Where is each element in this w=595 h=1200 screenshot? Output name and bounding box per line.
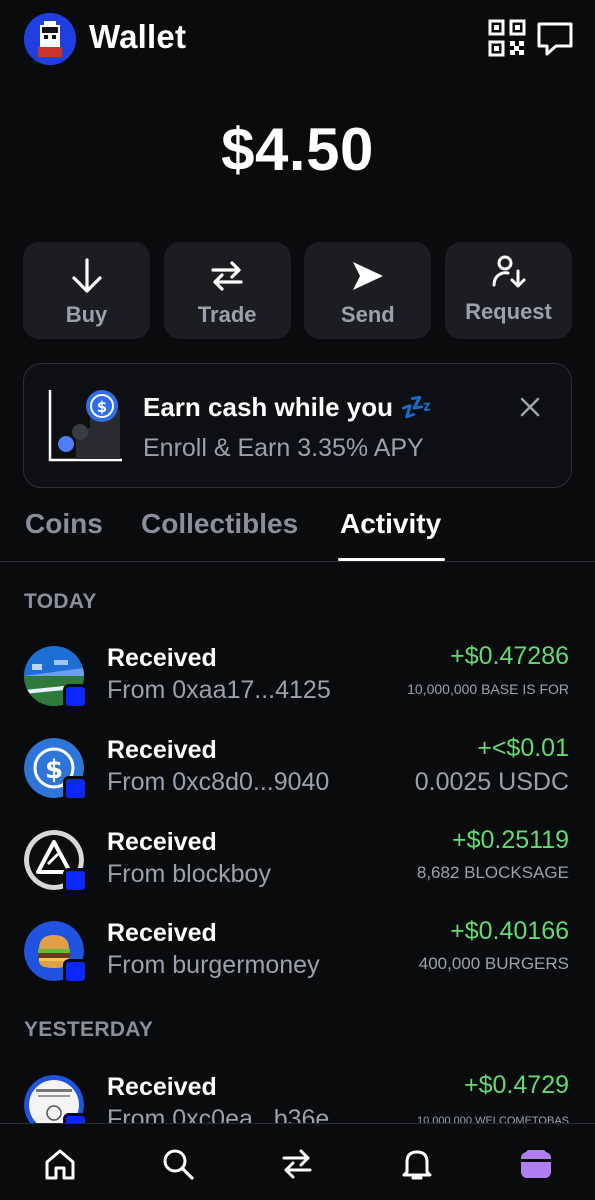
promo-subtitle: Enroll & Earn 3.35% APY — [143, 434, 424, 462]
search-icon[interactable] — [158, 1144, 198, 1184]
wallet-balance: $4.50 — [221, 116, 374, 183]
earn-chart-icon: $ — [48, 388, 124, 464]
transaction-title: Received — [107, 828, 217, 856]
request-person-icon — [445, 252, 572, 292]
network-badge — [63, 684, 88, 709]
transaction-amount: +$0.25119 — [451, 826, 569, 854]
svg-text:$: $ — [45, 755, 63, 785]
transaction-amount: +$0.47286 — [450, 642, 569, 670]
transaction-sender: From burgermoney — [107, 951, 320, 979]
profile-avatar[interactable] — [24, 13, 76, 65]
header: Wallet — [0, 0, 595, 80]
buy-button[interactable]: Buy — [23, 242, 150, 339]
list-item[interactable]: Received From 0xaa17...4125 +$0.47286 10… — [0, 642, 595, 726]
buy-label: Buy — [65, 302, 108, 327]
transaction-amount: +$0.40166 — [450, 917, 569, 945]
pixel-avatar-icon — [24, 13, 76, 65]
transaction-amount: +$0.4729 — [464, 1071, 569, 1099]
transaction-title: Received — [107, 736, 217, 764]
bell-icon[interactable] — [397, 1144, 437, 1184]
send-button[interactable]: Send — [304, 242, 432, 339]
home-icon[interactable] — [40, 1144, 80, 1184]
tab-coins[interactable]: Coins — [25, 508, 103, 540]
request-button[interactable]: Request — [444, 242, 572, 339]
swap-icon[interactable] — [277, 1144, 317, 1184]
tab-collectibles[interactable]: Collectibles — [141, 508, 298, 540]
transaction-quantity: 400,000 BURGERS — [418, 954, 569, 973]
network-badge — [63, 868, 88, 893]
section-label-today: TODAY — [24, 590, 97, 613]
trade-label: Trade — [197, 302, 257, 327]
wallet-icon[interactable] — [516, 1144, 556, 1184]
trade-button[interactable]: Trade — [163, 242, 291, 339]
list-item[interactable]: $ Received From 0xc8d0...9040 +<$0.01 0.… — [0, 734, 595, 818]
promo-title: Earn cash while you 💤 — [143, 392, 433, 422]
transaction-title: Received — [107, 1073, 217, 1101]
page-title: Wallet — [89, 18, 187, 55]
close-icon[interactable] — [517, 394, 543, 420]
tab-bar: Coins Collectibles Activity — [0, 500, 595, 562]
transaction-title: Received — [107, 644, 217, 672]
transaction-sender: From 0xc8d0...9040 — [107, 768, 330, 796]
qr-code-icon[interactable] — [487, 18, 527, 58]
active-tab-indicator — [338, 558, 445, 561]
transaction-quantity: 0.0025 USDC — [414, 768, 569, 796]
send-arrow-icon — [304, 256, 431, 296]
swap-arrows-icon — [164, 256, 291, 296]
transaction-quantity: 10,000,000 BASE IS FOR — [407, 681, 569, 697]
network-badge — [63, 776, 88, 801]
transaction-title: Received — [107, 919, 217, 947]
chat-bubble-icon[interactable] — [535, 18, 575, 58]
tab-activity[interactable]: Activity — [340, 508, 441, 540]
transaction-sender: From blockboy — [107, 860, 271, 888]
bottom-navigation — [0, 1123, 595, 1200]
list-item[interactable]: Received From burgermoney +$0.40166 400,… — [0, 917, 595, 1001]
list-item[interactable]: Received From blockboy +$0.25119 8,682 B… — [0, 826, 595, 910]
quick-actions: Buy Trade Send Request — [23, 242, 572, 339]
section-label-yesterday: YESTERDAY — [24, 1018, 154, 1041]
transaction-amount: +<$0.01 — [477, 734, 569, 762]
network-badge — [63, 959, 88, 984]
transaction-sender: From 0xaa17...4125 — [107, 676, 331, 704]
earn-promo-card[interactable]: $ Earn cash while you 💤 Enroll & Earn 3.… — [23, 363, 572, 488]
arrow-down-icon — [23, 256, 150, 296]
svg-text:$: $ — [97, 398, 107, 416]
request-label: Request — [465, 299, 552, 324]
send-label: Send — [340, 302, 395, 327]
transaction-quantity: 8,682 BLOCKSAGE — [416, 863, 569, 882]
